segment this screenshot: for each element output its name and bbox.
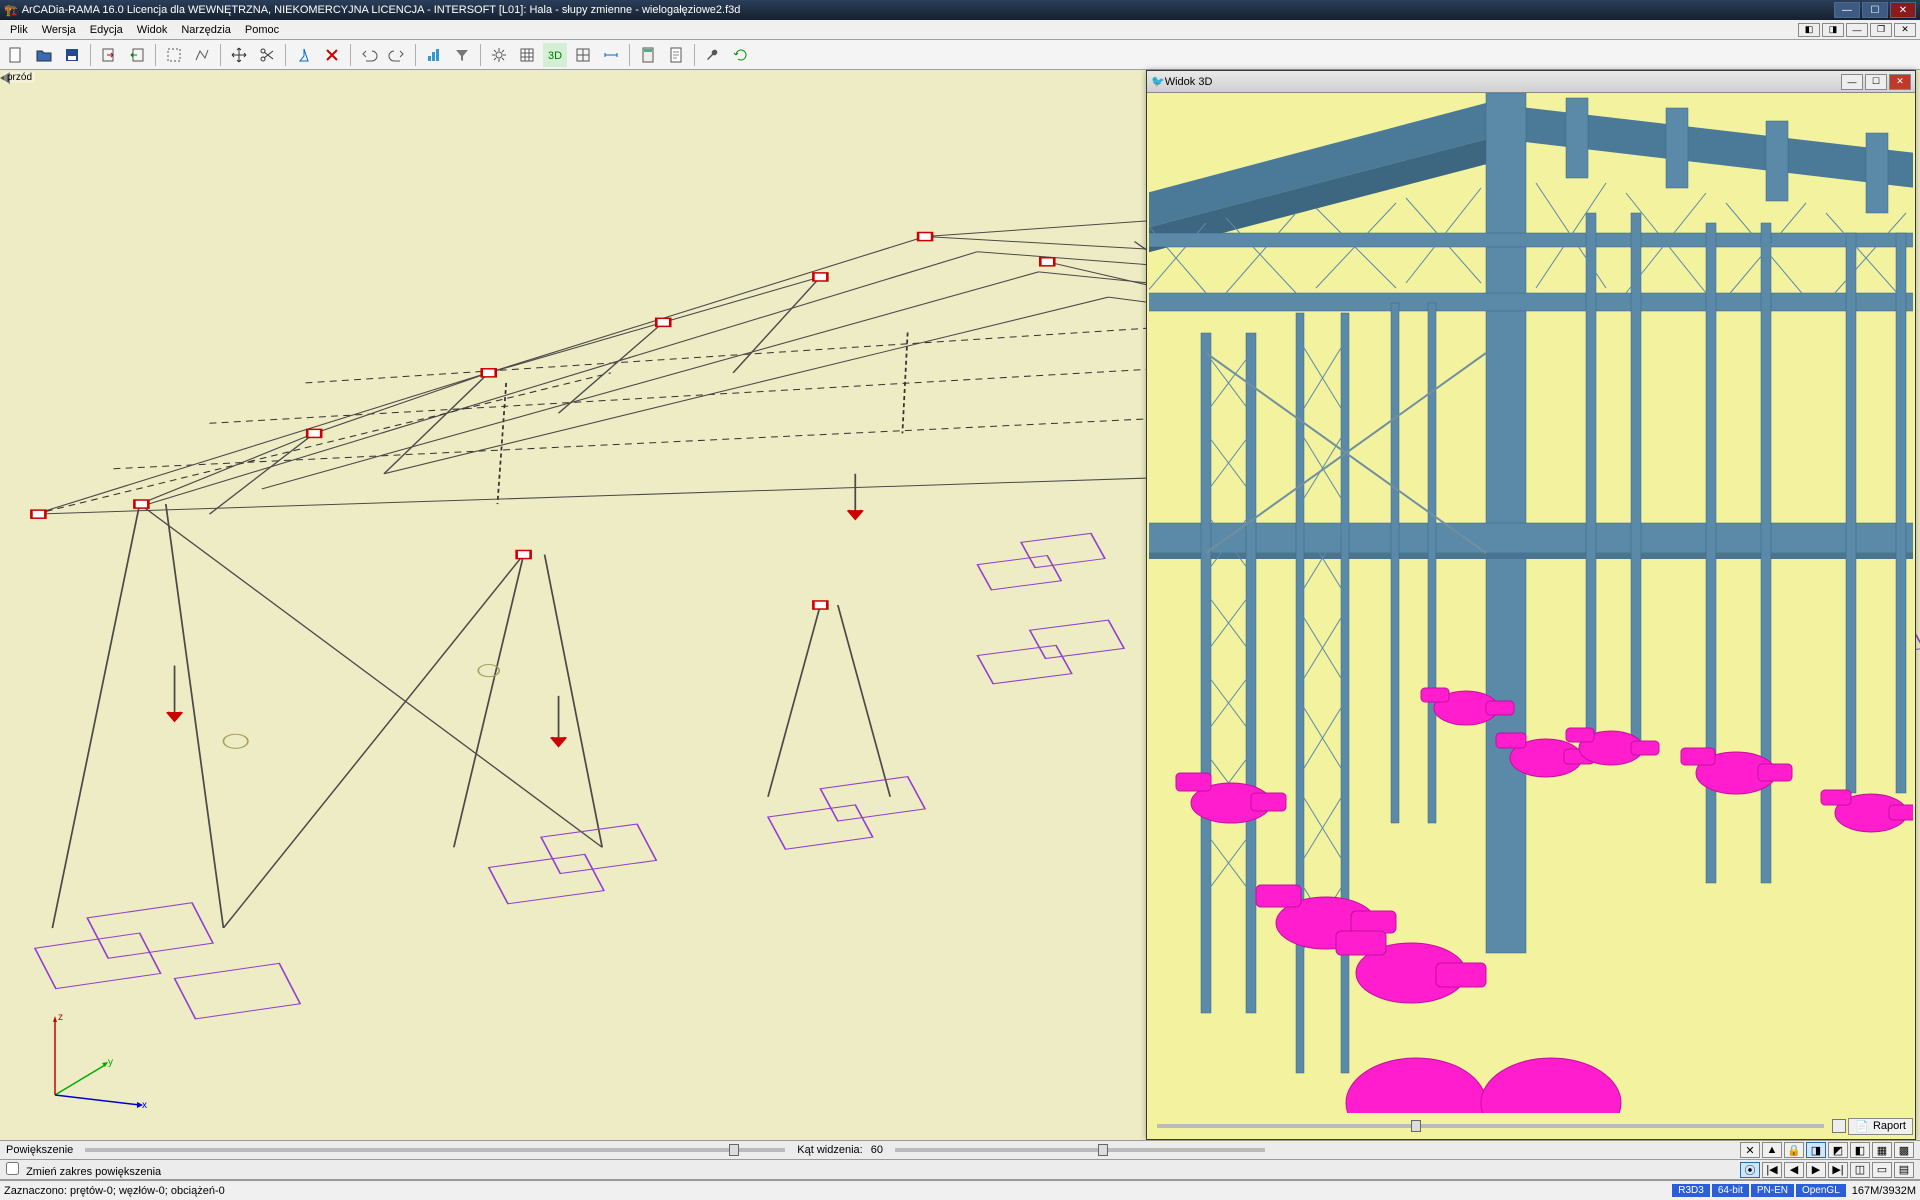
report-icon[interactable] xyxy=(664,43,688,67)
svg-text:z: z xyxy=(58,1012,63,1023)
overlay-toggle-1[interactable]: ◧ xyxy=(1798,23,1820,37)
doc-restore[interactable]: ❐ xyxy=(1870,23,1892,37)
minimize-button[interactable]: — xyxy=(1834,2,1860,18)
tag-pnen: PN-EN xyxy=(1751,1184,1794,1197)
wire-toggle[interactable]: ▤ xyxy=(1894,1162,1914,1178)
menubar: Plik Wersja Edycja Widok Narzędzia Pomoc… xyxy=(0,20,1920,40)
tag-opengl: OpenGL xyxy=(1796,1184,1846,1197)
nav-first-button[interactable]: |◀ xyxy=(1762,1162,1782,1178)
viewport-3d[interactable] xyxy=(1149,93,1913,1113)
menu-pomoc[interactable]: Pomoc xyxy=(239,22,285,38)
raport-button[interactable]: 📄 Raport xyxy=(1848,1118,1913,1135)
angle-value: 60 xyxy=(871,1144,883,1156)
statusbar: Zaznaczono: prętów-0; węzłów-0; obciążeń… xyxy=(0,1180,1920,1200)
svg-text:3D: 3D xyxy=(548,50,562,62)
scissors-icon[interactable] xyxy=(255,43,279,67)
tag-64bit: 64-bit xyxy=(1712,1184,1749,1197)
view-label: przód xyxy=(4,72,35,83)
toolbar: 3D xyxy=(0,40,1920,70)
overlay-toggle-2[interactable]: ◨ xyxy=(1822,23,1844,37)
nav-last-button[interactable]: ▶| xyxy=(1828,1162,1848,1178)
iso-4-button[interactable]: ▦ xyxy=(1872,1142,1892,1158)
lock-view-button[interactable]: 🔒 xyxy=(1784,1142,1804,1158)
window-title: ArCADia-RAMA 16.0 Licencja dla WEWNĘTRZN… xyxy=(22,4,1834,16)
titlebar: 🏗️ ArCADia-RAMA 16.0 Licencja dla WEWNĘT… xyxy=(0,0,1920,20)
iso-1-button[interactable]: ◨ xyxy=(1806,1142,1826,1158)
maximize-button[interactable]: ☐ xyxy=(1862,2,1888,18)
app-icon: 🏗️ xyxy=(4,4,18,17)
support-icon[interactable] xyxy=(292,43,316,67)
dimension-icon[interactable] xyxy=(599,43,623,67)
panel-option-toggle[interactable] xyxy=(1832,1119,1846,1133)
svg-text:x: x xyxy=(142,1100,147,1111)
selection-status: Zaznaczono: prętów-0; węzłów-0; obciążeń… xyxy=(4,1185,1670,1197)
undo-icon[interactable] xyxy=(357,43,381,67)
panel-close-button[interactable]: ✕ xyxy=(1889,74,1911,90)
open-icon[interactable] xyxy=(32,43,56,67)
memory-status: 167M/3932M xyxy=(1852,1185,1916,1197)
view-angle-slider-3d[interactable] xyxy=(1157,1124,1824,1128)
menu-widok[interactable]: Widok xyxy=(131,22,174,38)
iso-2-button[interactable]: ◩ xyxy=(1828,1142,1848,1158)
select-window-icon[interactable] xyxy=(162,43,186,67)
3d-icon[interactable]: 3D xyxy=(543,43,567,67)
view-up-button[interactable]: ▲ xyxy=(1762,1142,1782,1158)
svg-text:y: y xyxy=(108,1057,113,1068)
table-icon[interactable] xyxy=(515,43,539,67)
panel-3d: 🐦 Widok 3D — ☐ ✕ xyxy=(1146,70,1916,1140)
move-icon[interactable] xyxy=(227,43,251,67)
close-button[interactable]: ✕ xyxy=(1890,2,1916,18)
zoom-label: Powiększenie xyxy=(6,1144,73,1156)
zoom-range-checkbox[interactable] xyxy=(6,1162,19,1175)
wrench-icon[interactable] xyxy=(701,43,725,67)
panel-maximize-button[interactable]: ☐ xyxy=(1865,74,1887,90)
doc-minimize[interactable]: — xyxy=(1846,23,1868,37)
nav-prev-button[interactable]: ◀ xyxy=(1784,1162,1804,1178)
angle-slider[interactable] xyxy=(895,1148,1265,1152)
grid2-icon[interactable] xyxy=(571,43,595,67)
nav-home-button[interactable]: ⦿ xyxy=(1740,1162,1760,1178)
nav-next-button[interactable]: ▶ xyxy=(1806,1162,1826,1178)
menu-edycja[interactable]: Edycja xyxy=(84,22,129,38)
tag-r3d3: R3D3 xyxy=(1672,1184,1710,1197)
axis-triad: z y x xyxy=(30,1010,150,1120)
panel-3d-title: Widok 3D xyxy=(1165,76,1839,88)
zoom-range-checkbox-label[interactable]: Zmień zakres powiększenia xyxy=(6,1162,161,1178)
save-icon[interactable] xyxy=(60,43,84,67)
results-bars-icon[interactable] xyxy=(422,43,446,67)
zoom-bar2: Zmień zakres powiększenia ⦿ |◀ ◀ ▶ ▶| ◫ … xyxy=(0,1160,1920,1180)
report-icon: 📄 xyxy=(1855,1120,1869,1133)
export-icon[interactable] xyxy=(97,43,121,67)
doc-close[interactable]: ✕ xyxy=(1894,23,1916,37)
view-reset-button[interactable]: ✕ xyxy=(1740,1142,1760,1158)
panel-minimize-button[interactable]: — xyxy=(1841,74,1863,90)
new-icon[interactable] xyxy=(4,43,28,67)
gear-icon[interactable] xyxy=(487,43,511,67)
filter-icon[interactable] xyxy=(450,43,474,67)
select-fence-icon[interactable] xyxy=(190,43,214,67)
refresh-icon[interactable] xyxy=(729,43,753,67)
perspective-toggle[interactable]: ◫ xyxy=(1850,1162,1870,1178)
panel-3d-titlebar[interactable]: 🐦 Widok 3D — ☐ ✕ xyxy=(1147,71,1915,93)
delete-icon[interactable] xyxy=(320,43,344,67)
zoom-slider[interactable] xyxy=(85,1148,785,1152)
iso-5-button[interactable]: ▩ xyxy=(1894,1142,1914,1158)
redo-icon[interactable] xyxy=(385,43,409,67)
zoom-bar: Powiększenie Kąt widzenia: 60 ✕ ▲ 🔒 ◨ ◩ … xyxy=(0,1140,1920,1160)
panel-3d-icon: 🐦 xyxy=(1151,75,1165,88)
angle-label: Kąt widzenia: xyxy=(797,1144,862,1156)
iso-3-button[interactable]: ◧ xyxy=(1850,1142,1870,1158)
menu-narzedzia[interactable]: Narzędzia xyxy=(175,22,237,38)
import-icon[interactable] xyxy=(125,43,149,67)
ortho-toggle[interactable]: ▭ xyxy=(1872,1162,1892,1178)
menu-plik[interactable]: Plik xyxy=(4,22,34,38)
menu-wersja[interactable]: Wersja xyxy=(36,22,82,38)
calc-icon[interactable] xyxy=(636,43,660,67)
